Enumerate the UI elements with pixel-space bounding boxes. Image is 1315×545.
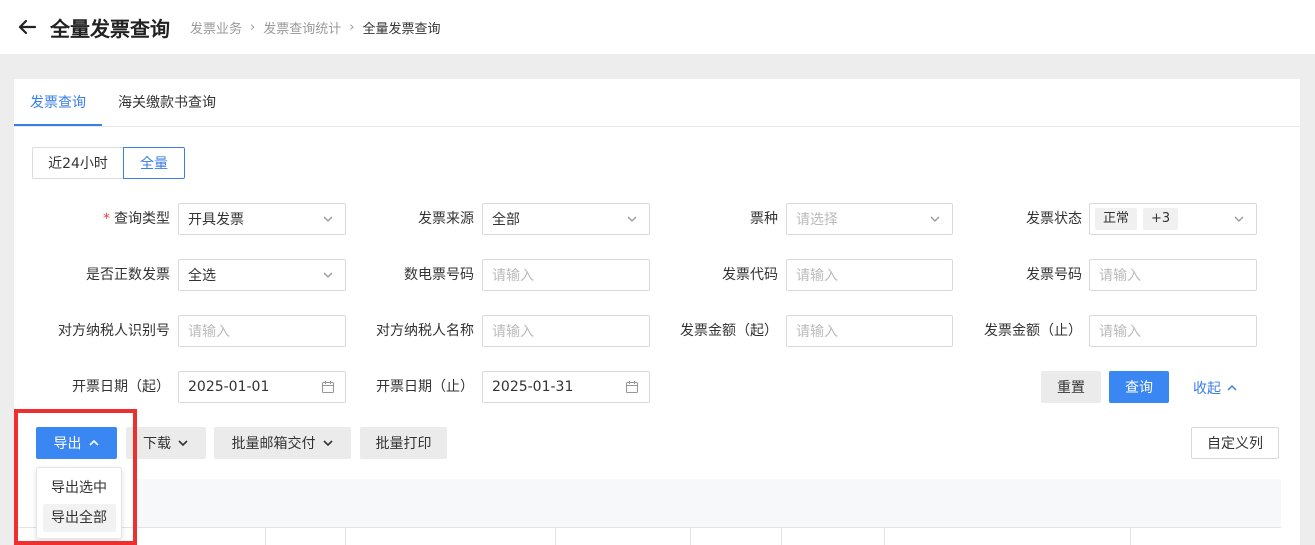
is-positive-select[interactable]: 全选: [178, 259, 346, 291]
invoice-source-label: 发票来源: [418, 211, 474, 227]
invoice-source-select[interactable]: 全部: [482, 203, 650, 235]
back-arrow-icon[interactable]: [16, 16, 38, 38]
collapse-link[interactable]: 收起: [1193, 378, 1239, 398]
query-button[interactable]: 查询: [1109, 371, 1169, 403]
counter-taxid-input[interactable]: 请输入: [178, 315, 346, 347]
invoice-code-label: 发票代码: [722, 267, 778, 283]
invoice-status-label: 发票状态: [1026, 211, 1082, 227]
breadcrumb-item-current: 全量发票查询: [362, 21, 441, 37]
is-positive-label: 是否正数发票: [86, 267, 170, 283]
chevron-down-icon: [930, 216, 940, 222]
query-type-select[interactable]: 开具发票: [178, 203, 346, 235]
date-to-picker[interactable]: 2025-01-31: [482, 371, 650, 403]
status-tag-more: +3: [1143, 208, 1179, 230]
date-from-label: 开票日期（起）: [72, 379, 170, 395]
page-title: 全量发票查询: [50, 16, 170, 41]
invoice-number-input[interactable]: 请输入: [1089, 259, 1257, 291]
amount-to-label: 发票金额（止）: [984, 323, 1082, 339]
range-all-button[interactable]: 全量: [123, 147, 185, 179]
custom-columns-button[interactable]: 自定义列: [1191, 427, 1279, 459]
tab-customs-query[interactable]: 海关缴款书查询: [118, 79, 216, 127]
batch-print-button[interactable]: 批量打印: [360, 427, 447, 459]
main-card: 发票查询 海关缴款书查询: [14, 79, 1300, 545]
chevron-down-icon: [1234, 216, 1244, 222]
ticket-type-label: 票种: [750, 211, 778, 227]
chevron-right-icon: ›: [349, 19, 355, 35]
calendar-icon: [625, 381, 639, 394]
column-divider: [1130, 527, 1131, 545]
column-divider: [265, 527, 266, 545]
column-divider: [690, 527, 691, 545]
digital-number-input[interactable]: 请输入: [482, 259, 650, 291]
digital-number-label: 数电票号码: [404, 267, 474, 283]
breadcrumb-item-invoice-stats[interactable]: 发票查询统计: [263, 18, 341, 37]
invoice-code-input[interactable]: 请输入: [786, 259, 953, 291]
calendar-icon: [321, 381, 335, 394]
batch-mail-button[interactable]: 批量邮箱交付: [214, 427, 351, 459]
required-mark: *: [103, 211, 110, 227]
column-divider: [555, 527, 556, 545]
page-header: 全量发票查询 发票业务 › 发票查询统计 › 全量发票查询: [0, 0, 1315, 54]
counter-name-label: 对方纳税人名称: [376, 323, 474, 339]
tab-bar: 发票查询 海关缴款书查询: [14, 79, 1300, 127]
status-tag-normal: 正常: [1095, 208, 1138, 230]
counter-taxid-label: 对方纳税人识别号: [58, 323, 170, 339]
chevron-down-icon: [323, 272, 333, 278]
invoice-status-select[interactable]: 正常 +3: [1089, 203, 1257, 235]
reset-button[interactable]: 重置: [1041, 371, 1101, 403]
chevron-up-icon: [1227, 384, 1237, 391]
table-header: [136, 479, 1281, 527]
tab-active-indicator: [14, 124, 102, 126]
ticket-type-select[interactable]: 请选择: [786, 203, 953, 235]
invoice-number-label: 发票号码: [1026, 267, 1082, 283]
counter-name-input[interactable]: 请输入: [482, 315, 650, 347]
amount-to-input[interactable]: 请输入: [1089, 315, 1257, 347]
chevron-down-icon: [627, 216, 637, 222]
chevron-right-icon: ›: [250, 19, 256, 35]
table-divider: [14, 527, 1281, 528]
date-from-picker[interactable]: 2025-01-01: [178, 371, 346, 403]
column-divider: [781, 527, 782, 545]
amount-from-input[interactable]: 请输入: [786, 315, 953, 347]
breadcrumb-item-invoice-business[interactable]: 发票业务: [190, 18, 242, 37]
query-type-label: * 查询类型: [103, 211, 170, 227]
column-divider: [345, 527, 346, 545]
amount-from-label: 发票金额（起）: [680, 323, 778, 339]
range-24h-button[interactable]: 近24小时: [32, 147, 124, 179]
chevron-down-icon: [323, 216, 333, 222]
chevron-down-icon: [178, 440, 188, 447]
highlight-box: [14, 409, 137, 545]
column-divider: [884, 527, 885, 545]
breadcrumb: 发票业务 › 发票查询统计 › 全量发票查询: [190, 18, 440, 37]
download-button[interactable]: 下载: [126, 427, 206, 459]
date-to-label: 开票日期（止）: [376, 379, 474, 395]
tab-invoice-query[interactable]: 发票查询: [30, 79, 86, 127]
chevron-down-icon: [322, 440, 333, 447]
